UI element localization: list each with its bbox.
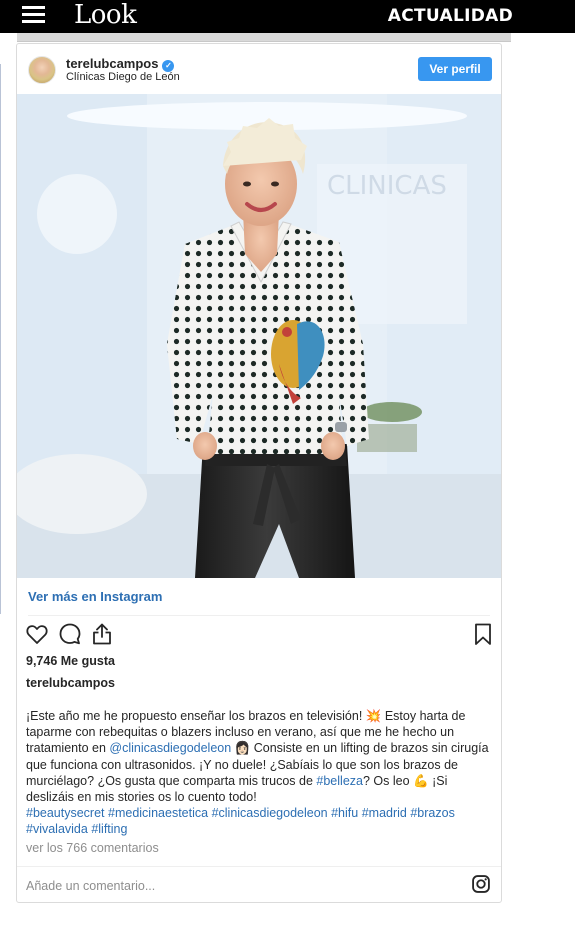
flexed-biceps-emoji: 💪: [413, 773, 429, 788]
avatar[interactable]: [28, 56, 56, 84]
section-title: ACTUALIDAD: [387, 6, 513, 26]
site-logo[interactable]: Look: [74, 0, 137, 30]
ad-placeholder-strip: [17, 33, 511, 42]
view-profile-button[interactable]: Ver perfil: [418, 57, 492, 81]
woman-emoji: 👩🏻: [234, 741, 251, 756]
post-username[interactable]: terelubcampos ✓: [66, 56, 175, 72]
post-photo-illustration: CLINICAS: [17, 94, 501, 578]
collision-emoji: 💥: [365, 709, 382, 723]
caption-text: ¡Este año me he propuesto enseñar los br…: [26, 709, 366, 723]
hashtag-link[interactable]: #medicinaestetica: [108, 806, 208, 820]
hashtag-link[interactable]: #hifu: [331, 806, 358, 820]
username-text: terelubcampos: [66, 56, 159, 71]
comment-icon[interactable]: [58, 622, 82, 646]
site-header: Look ACTUALIDAD: [0, 0, 575, 33]
hashtag-link[interactable]: #beautysecret: [26, 806, 105, 820]
hashtag-link[interactable]: #belleza: [316, 774, 363, 788]
mention-link[interactable]: @clinicasdiegodeleon: [109, 741, 231, 755]
hamburger-icon[interactable]: [22, 5, 45, 25]
post-caption: ¡Este año me he propuesto enseñar los br…: [26, 708, 492, 838]
post-actions: [17, 622, 501, 648]
heart-icon[interactable]: [25, 622, 49, 646]
bookmark-icon[interactable]: [471, 622, 495, 646]
add-comment-placeholder[interactable]: Añade un comentario...: [26, 879, 155, 893]
hashtag-link[interactable]: #vivalavida: [26, 822, 88, 836]
caption-text: ? Os leo: [362, 773, 414, 788]
divider: [17, 866, 501, 867]
post-header: terelubcampos ✓ Clínicas Diego de León Ve…: [17, 44, 501, 94]
instagram-embed: terelubcampos ✓ Clínicas Diego de León Ve…: [16, 43, 502, 903]
hashtag-link[interactable]: #clinicasdiegodeleon: [212, 806, 328, 820]
photo-sign-text: CLINICAS: [327, 171, 447, 201]
page-left-divider: [0, 64, 1, 614]
hashtag-link[interactable]: #lifting: [91, 822, 127, 836]
like-count[interactable]: 9,746 Me gusta: [26, 654, 115, 668]
post-location[interactable]: Clínicas Diego de León: [66, 71, 180, 83]
share-icon[interactable]: [90, 622, 114, 646]
view-all-comments-link[interactable]: ver los 766 comentarios: [26, 841, 159, 855]
site-logo-text: Look: [74, 0, 137, 30]
hashtag-link[interactable]: #brazos: [410, 806, 454, 820]
view-more-on-instagram-link[interactable]: Ver más en Instagram: [28, 589, 162, 604]
instagram-icon[interactable]: [471, 874, 491, 894]
caption-username[interactable]: terelubcampos: [26, 676, 115, 690]
divider: [28, 615, 490, 616]
hashtag-link[interactable]: #madrid: [362, 806, 407, 820]
post-photo[interactable]: CLINICAS: [17, 94, 501, 578]
